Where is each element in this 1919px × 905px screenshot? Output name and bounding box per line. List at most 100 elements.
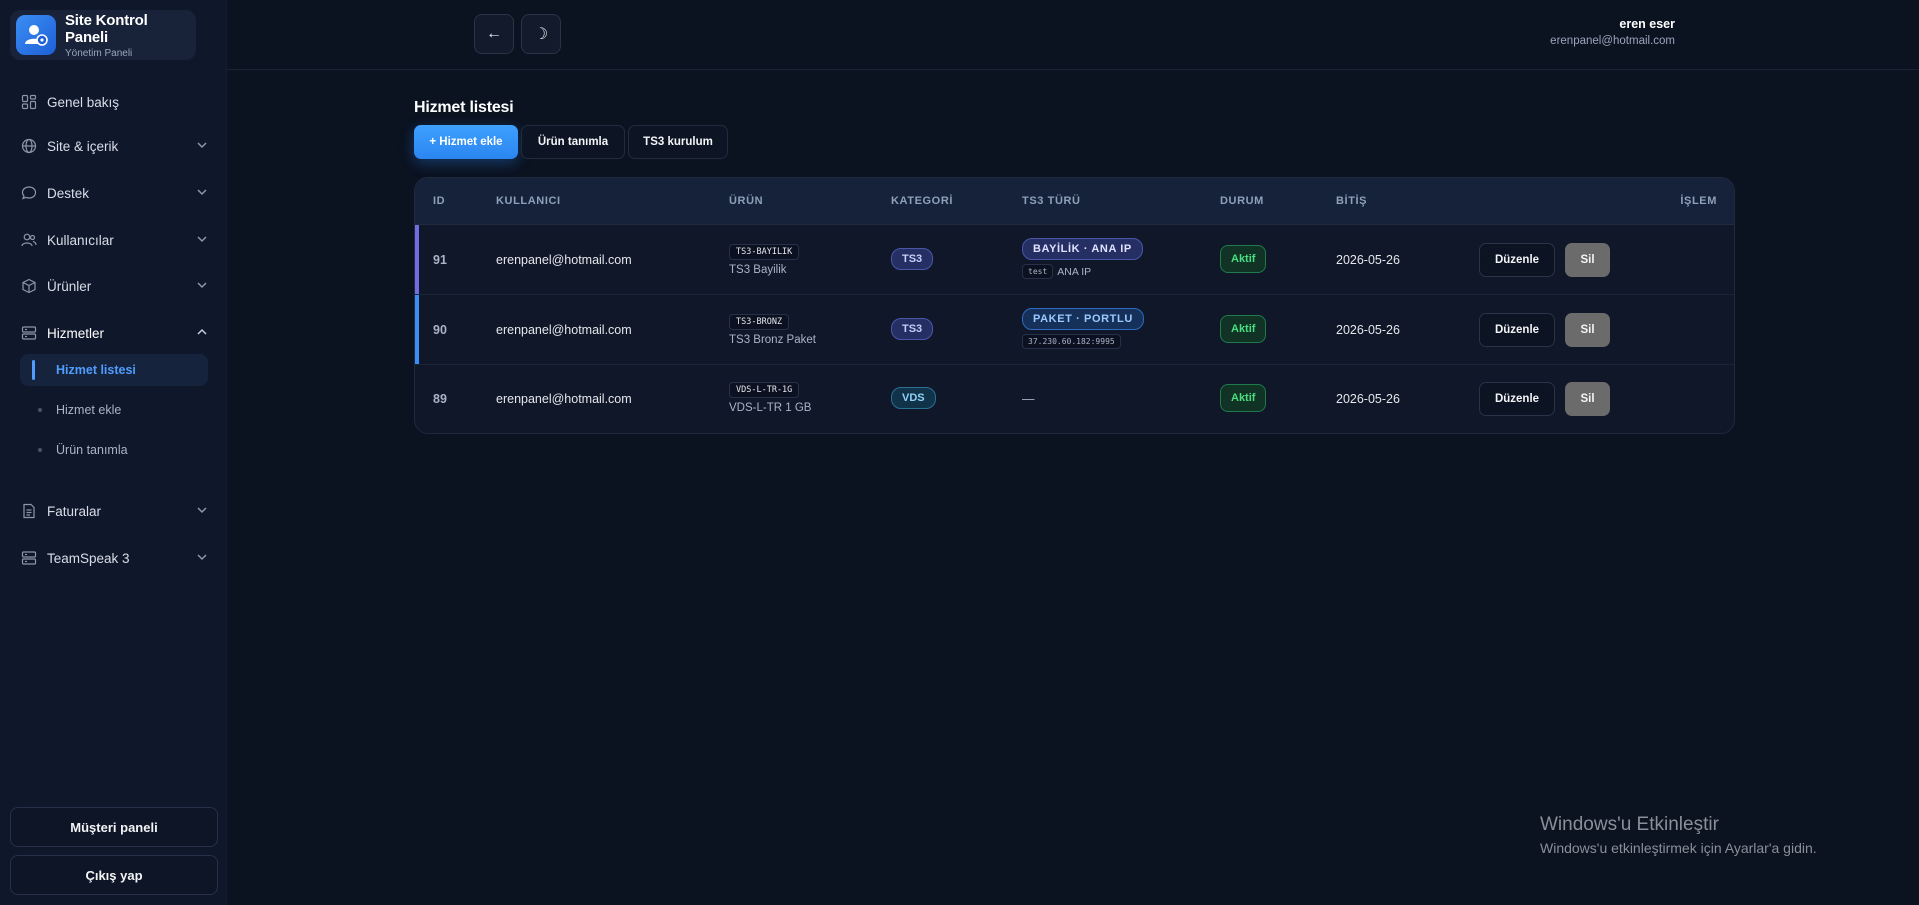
users-icon [20, 231, 38, 249]
delete-button[interactable]: Sil [1565, 243, 1610, 277]
row-user-email: erenpanel@hotmail.com [496, 323, 632, 337]
sidebar-item-label: Genel bakış [47, 94, 120, 110]
brand-subtitle: Yönetim Paneli [65, 47, 133, 59]
ts3-type-badge: BAYİLİK · ANA IP [1022, 238, 1143, 260]
row-product: TS3-BRONZ TS3 Bronz Paket [729, 313, 816, 346]
column-header-id: ID [433, 195, 446, 207]
watermark-title: Windows'u Etkinleştir [1540, 814, 1719, 835]
product-name: TS3 Bronz Paket [729, 334, 816, 346]
delete-button[interactable]: Sil [1565, 313, 1610, 347]
sidebar-item-services[interactable]: Hizmetler [20, 321, 208, 345]
sidebar-subitem-label: Hizmet ekle [56, 403, 122, 417]
row-id: 90 [433, 323, 447, 337]
edit-button[interactable]: Düzenle [1479, 313, 1555, 347]
top-header: ← ☽ eren eser erenpanel@hotmail.com [227, 0, 1919, 70]
chevron-down-icon [196, 551, 208, 566]
chevron-up-icon [196, 326, 208, 341]
table-header: ID KULLANICI ÜRÜN KATEGORİ TS3 TÜRÜ DURU… [415, 178, 1734, 225]
product-name: VDS-L-TR 1 GB [729, 402, 812, 414]
user-gear-icon [16, 15, 56, 55]
column-header-product: ÜRÜN [729, 195, 764, 207]
logout-button[interactable]: Çıkış yap [10, 855, 218, 895]
category-badge: TS3 [891, 318, 934, 340]
chevron-down-icon [196, 279, 208, 294]
row-end-date: 2026-05-26 [1336, 323, 1400, 337]
row-end-date: 2026-05-26 [1336, 392, 1400, 406]
column-header-end-date: BİTİŞ [1336, 195, 1368, 207]
sidebar-item-label: Site & içerik [47, 138, 119, 154]
tab-add-service[interactable]: + Hizmet ekle [414, 125, 518, 159]
customer-panel-button[interactable]: Müşteri paneli [10, 807, 218, 847]
product-code: TS3-BRONZ [729, 314, 790, 330]
row-id: 89 [433, 392, 447, 406]
chevron-down-icon [196, 186, 208, 201]
user-name: eren eser [1619, 17, 1675, 31]
ts3-note: ANA IP [1057, 265, 1092, 278]
sidebar-subitem-define-product[interactable]: Ürün tanımla [20, 434, 208, 466]
table-row: 91 erenpanel@hotmail.com TS3-BAYILIK TS3… [415, 225, 1734, 295]
sidebar-subitem-service-list[interactable]: Hizmet listesi [20, 354, 208, 386]
delete-button[interactable]: Sil [1565, 382, 1610, 416]
status-badge: Aktif [1220, 315, 1267, 343]
sidebar-item-site-content[interactable]: Site & içerik [20, 134, 208, 158]
sidebar-subitem-label: Ürün tanımla [56, 443, 128, 457]
services-table: ID KULLANICI ÜRÜN KATEGORİ TS3 TÜRÜ DURU… [414, 177, 1735, 434]
row-user-email: erenpanel@hotmail.com [496, 392, 632, 406]
theme-toggle-button[interactable]: ☽ [521, 14, 561, 54]
product-name: TS3 Bayilik [729, 264, 787, 276]
sidebar-item-users[interactable]: Kullanıcılar [20, 228, 208, 252]
grid-icon [20, 93, 38, 111]
row-accent [415, 295, 419, 364]
tab-ts3-setup[interactable]: TS3 kurulum [628, 125, 728, 159]
sidebar-item-label: Kullanıcılar [47, 232, 114, 248]
sidebar-item-label: Hizmetler [47, 325, 105, 341]
sidebar-item-overview[interactable]: Genel bakış [20, 90, 208, 114]
bullet-icon [38, 408, 42, 412]
brand-title: Site Kontrol Paneli [65, 11, 148, 46]
product-code: VDS-L-TR-1G [729, 382, 800, 398]
server-icon [20, 324, 38, 342]
status-badge: Aktif [1220, 384, 1267, 412]
server-icon [20, 549, 38, 567]
table-row: 90 erenpanel@hotmail.com TS3-BRONZ TS3 B… [415, 295, 1734, 365]
row-end-date: 2026-05-26 [1336, 253, 1400, 267]
row-product: VDS-L-TR-1G VDS-L-TR 1 GB [729, 381, 811, 414]
sidebar-subitem-add-service[interactable]: Hizmet ekle [20, 394, 208, 426]
edit-button[interactable]: Düzenle [1479, 243, 1555, 277]
row-ts3-type: PAKET · PORTLU 37.230.60.182:9995 [1022, 308, 1144, 349]
sidebar-item-support[interactable]: Destek [20, 181, 208, 205]
sidebar-item-label: Ürünler [47, 278, 92, 294]
chevron-down-icon [196, 139, 208, 154]
sidebar-item-label: Faturalar [47, 503, 102, 519]
column-header-status: DURUM [1220, 195, 1264, 207]
sidebar-item-label: Destek [47, 185, 90, 201]
back-button[interactable]: ← [474, 14, 514, 54]
table-row: 89 erenpanel@hotmail.com VDS-L-TR-1G VDS… [415, 365, 1734, 433]
brand[interactable]: Site Kontrol Paneli Yönetim Paneli [10, 10, 196, 60]
column-header-ts3-type: TS3 TÜRÜ [1022, 195, 1081, 207]
row-id: 91 [433, 253, 447, 267]
sidebar-item-teamspeak[interactable]: TeamSpeak 3 [20, 546, 208, 570]
bullet-icon [38, 448, 42, 452]
watermark-subtitle: Windows'u etkinleştirmek için Ayarlar'a … [1540, 840, 1817, 856]
row-ts3-type: BAYİLİK · ANA IP test ANA IP [1022, 238, 1143, 279]
box-icon [20, 277, 38, 295]
ts3-address: 37.230.60.182:9995 [1022, 334, 1121, 349]
row-accent [415, 225, 419, 294]
arrow-left-icon: ← [486, 25, 502, 42]
sidebar-item-products[interactable]: Ürünler [20, 274, 208, 298]
edit-button[interactable]: Düzenle [1479, 382, 1555, 416]
tab-define-product[interactable]: Ürün tanımla [521, 125, 625, 159]
active-indicator [32, 360, 35, 380]
column-header-user: KULLANICI [496, 195, 561, 207]
category-badge: TS3 [891, 248, 934, 270]
sidebar-subitem-label: Hizmet listesi [56, 363, 136, 377]
user-info[interactable]: eren eser erenpanel@hotmail.com [1550, 17, 1675, 47]
sidebar-item-invoices[interactable]: Faturalar [20, 499, 208, 523]
windows-activation-watermark: Windows'u Etkinleştir Windows'u etkinleş… [1540, 814, 1817, 856]
product-code: TS3-BAYILIK [729, 244, 800, 260]
globe-icon [20, 137, 38, 155]
user-email: erenpanel@hotmail.com [1550, 35, 1675, 47]
chat-icon [20, 184, 38, 202]
column-header-category: KATEGORİ [891, 195, 954, 207]
